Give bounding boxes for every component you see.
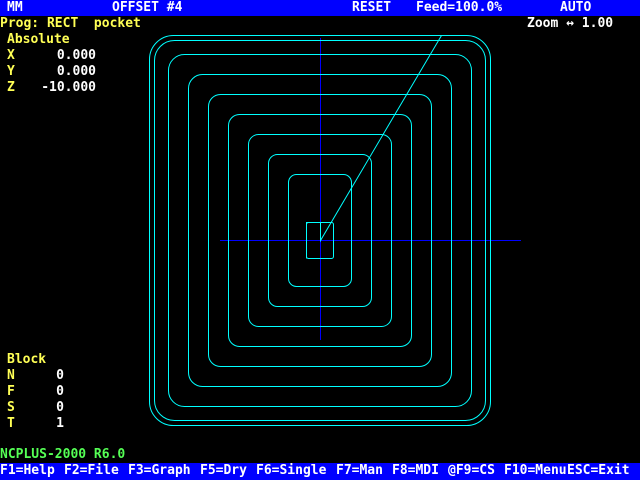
zoom-level: Zoom ↔ 1.00 <box>527 16 614 31</box>
machine-state: RESET <box>352 0 392 15</box>
toolpath-entry-line <box>306 35 442 259</box>
f1-help-key[interactable]: F1=Help <box>0 463 55 479</box>
f6-single-key[interactable]: F6=Single <box>256 463 326 479</box>
block-n-value: 0 <box>56 368 64 383</box>
axis-z-label: Z <box>7 80 15 95</box>
version-label: NCPLUS-2000 R6.0 <box>0 447 126 462</box>
axis-y-value: 0.000 <box>56 64 96 79</box>
axis-y-label: Y <box>7 64 15 79</box>
block-f-label: F <box>7 384 15 399</box>
esc-exit-key[interactable]: ESC=Exit <box>567 463 630 479</box>
origin-crosshair <box>220 38 521 340</box>
status-bar: MM OFFSET #4 RESET Feed=100.0% AUTO <box>0 0 640 16</box>
axis-x-value: 0.000 <box>56 48 96 63</box>
block-heading: Block <box>7 352 47 367</box>
f5-dry-key[interactable]: F5=Dry <box>200 463 247 479</box>
f9-cs-key[interactable]: @F9=CS <box>448 463 495 479</box>
f8-mdi-key[interactable]: F8=MDI <box>392 463 439 479</box>
offset-indicator: OFFSET #4 <box>112 0 183 15</box>
f10-menu-key[interactable]: F10=Menu <box>504 463 567 479</box>
f3-graph-key[interactable]: F3=Graph <box>128 463 191 479</box>
block-t-label: T <box>7 416 15 431</box>
run-mode: AUTO <box>560 0 592 15</box>
block-s-value: 0 <box>56 400 64 415</box>
toolpath-plot[interactable] <box>0 0 640 480</box>
f7-man-key[interactable]: F7=Man <box>336 463 383 479</box>
block-n-label: N <box>7 368 15 383</box>
units-indicator: MM <box>7 0 23 15</box>
block-t-value: 1 <box>56 416 64 431</box>
feed-override: Feed=100.0% <box>416 0 503 15</box>
f2-file-key[interactable]: F2=File <box>64 463 119 479</box>
program-name: Prog: RECT pocket <box>0 16 141 31</box>
block-s-label: S <box>7 400 15 415</box>
block-f-value: 0 <box>56 384 64 399</box>
absolute-heading: Absolute <box>7 32 70 47</box>
function-key-bar: F1=Help F2=File F3=Graph F5=Dry F6=Singl… <box>0 463 640 480</box>
axis-z-value: -10.000 <box>41 80 96 95</box>
axis-x-label: X <box>7 48 15 63</box>
